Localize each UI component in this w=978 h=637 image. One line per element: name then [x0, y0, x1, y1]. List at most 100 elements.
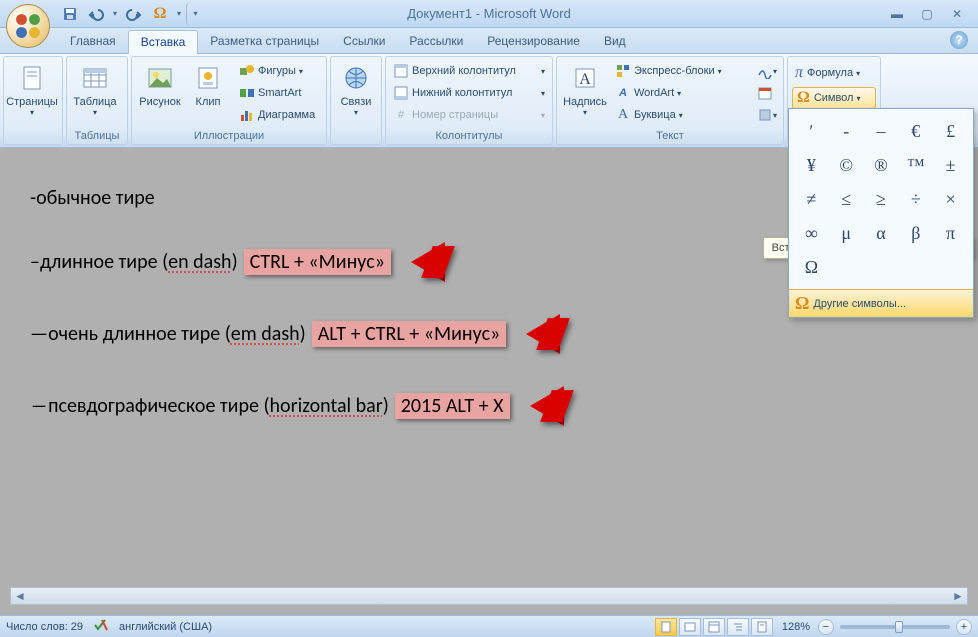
language-status[interactable]: английский (США): [119, 621, 212, 633]
smartart-button[interactable]: SmartArt: [236, 82, 318, 104]
formula-button[interactable]: πФормула▾: [792, 62, 876, 84]
zoom-thumb[interactable]: [895, 621, 903, 633]
zoom-out-button[interactable]: −: [818, 619, 834, 635]
footer-icon: [393, 85, 409, 101]
shortcut-highlight: ALT + CTRL + «Минус»: [312, 321, 507, 347]
tab-mailings[interactable]: Рассылки: [397, 30, 475, 53]
view-web[interactable]: [703, 618, 725, 636]
pages-button[interactable]: Страницы: [8, 60, 56, 119]
maximize-icon[interactable]: ▢: [914, 5, 940, 23]
chart-button[interactable]: Диаграмма: [236, 104, 318, 126]
omega-icon: Ω: [797, 89, 810, 107]
shortcut-highlight: CTRL + «Минус»: [244, 249, 391, 275]
arrow-icon: [530, 386, 574, 426]
quickparts-button[interactable]: Экспресс-блоки▾: [612, 60, 752, 82]
symbol-cell[interactable]: €: [898, 114, 933, 148]
dropcap-icon: A: [615, 107, 631, 123]
table-button[interactable]: Таблица: [71, 60, 119, 119]
signature-button[interactable]: ▾: [755, 60, 779, 82]
tab-view[interactable]: Вид: [592, 30, 638, 53]
help-icon[interactable]: ?: [950, 31, 968, 49]
clip-button[interactable]: Клип: [184, 60, 232, 110]
symbol-cell[interactable]: -: [829, 114, 864, 148]
document-line: ― псевдографическое тире (horizontal bar…: [30, 386, 948, 426]
tab-review[interactable]: Рецензирование: [475, 30, 592, 53]
word-count[interactable]: Число слов: 29: [6, 621, 83, 633]
pagenum-button[interactable]: #Номер страницы▾: [390, 104, 548, 126]
symbol-cell[interactable]: ‒: [864, 114, 899, 148]
minimize-icon[interactable]: ▬: [884, 5, 910, 23]
shortcut-highlight: 2015 ALT + X: [395, 393, 510, 419]
symbol-button[interactable]: ΩСимвол▾: [792, 87, 876, 109]
dropcap-button[interactable]: AБуквица▾: [612, 104, 752, 126]
omega-qat-icon[interactable]: Ω: [148, 3, 172, 25]
picture-button[interactable]: Рисунок: [136, 60, 184, 110]
symbol-cell[interactable]: μ: [829, 216, 864, 250]
view-full-screen[interactable]: [679, 618, 701, 636]
tab-page-layout[interactable]: Разметка страницы: [198, 30, 331, 53]
symbol-dropdown: ʹ-‒€£ ¥©®™± ≠≤≥÷× ∞μαβπ Ω ΩДругие символы...: [788, 108, 974, 318]
group-label-tables: Таблицы: [67, 129, 127, 144]
header-button[interactable]: Верхний колонтитул▾: [390, 60, 548, 82]
arrow-icon: [411, 242, 455, 282]
qat-dropdown-1[interactable]: ▾: [110, 3, 120, 25]
symbol-cell[interactable]: ≠: [794, 182, 829, 216]
symbol-cell[interactable]: ÷: [898, 182, 933, 216]
close-icon[interactable]: ✕: [944, 5, 970, 23]
symbol-cell[interactable]: π: [933, 216, 968, 250]
textbox-button[interactable]: A Надпись: [561, 60, 609, 119]
more-symbols-button[interactable]: ΩДругие символы...: [789, 289, 973, 317]
zoom-level[interactable]: 128%: [782, 621, 810, 633]
scroll-left-icon[interactable]: ◄: [11, 588, 29, 604]
omega-icon: Ω: [795, 293, 809, 314]
shapes-button[interactable]: Фигуры▾: [236, 60, 318, 82]
qat-dropdown-2[interactable]: ▾: [174, 3, 184, 25]
textbox-icon: A: [569, 62, 601, 94]
picture-icon: [144, 62, 176, 94]
zoom-in-button[interactable]: +: [956, 619, 972, 635]
chart-icon: [239, 107, 255, 123]
links-button[interactable]: Связи: [335, 60, 377, 119]
scroll-right-icon[interactable]: ►: [949, 588, 967, 604]
shapes-icon: [239, 63, 255, 79]
office-button[interactable]: [6, 4, 50, 48]
view-print-layout[interactable]: [655, 618, 677, 636]
proofing-icon[interactable]: [93, 617, 109, 636]
save-icon[interactable]: [58, 3, 82, 25]
symbol-cell[interactable]: £: [933, 114, 968, 148]
symbol-cell[interactable]: ×: [933, 182, 968, 216]
symbol-cell[interactable]: ¥: [794, 148, 829, 182]
table-icon: [79, 62, 111, 94]
symbol-cell[interactable]: α: [864, 216, 899, 250]
symbol-cell[interactable]: Ω: [794, 250, 829, 284]
symbol-cell[interactable]: ±: [933, 148, 968, 182]
zoom-slider[interactable]: [840, 625, 950, 629]
hash-icon: #: [393, 107, 409, 123]
group-label-illus: Иллюстрации: [132, 129, 326, 144]
symbol-cell[interactable]: ≤: [829, 182, 864, 216]
tab-insert[interactable]: Вставка: [128, 30, 199, 54]
group-label: [4, 129, 62, 144]
undo-icon[interactable]: [84, 3, 108, 25]
symbol-cell[interactable]: ©: [829, 148, 864, 182]
symbol-cell[interactable]: ʹ: [794, 114, 829, 148]
redo-icon[interactable]: [122, 3, 146, 25]
object-button[interactable]: ▾: [755, 104, 779, 126]
link-icon: [340, 62, 372, 94]
svg-text:A: A: [579, 71, 591, 88]
view-outline[interactable]: [727, 618, 749, 636]
wordart-button[interactable]: AWordArt▾: [612, 82, 752, 104]
footer-button[interactable]: Нижний колонтитул▾: [390, 82, 548, 104]
datetime-button[interactable]: [755, 82, 779, 104]
symbol-cell[interactable]: β: [898, 216, 933, 250]
symbol-cell[interactable]: ™: [898, 148, 933, 182]
view-draft[interactable]: [751, 618, 773, 636]
horizontal-scrollbar[interactable]: ◄ ►: [10, 587, 968, 605]
tab-home[interactable]: Главная: [58, 30, 128, 53]
qat-customize-icon[interactable]: ▾: [186, 3, 200, 25]
symbol-cell[interactable]: ∞: [794, 216, 829, 250]
arrow-icon: [526, 314, 570, 354]
symbol-cell[interactable]: ≥: [864, 182, 899, 216]
tab-references[interactable]: Ссылки: [331, 30, 397, 53]
symbol-cell[interactable]: ®: [864, 148, 899, 182]
